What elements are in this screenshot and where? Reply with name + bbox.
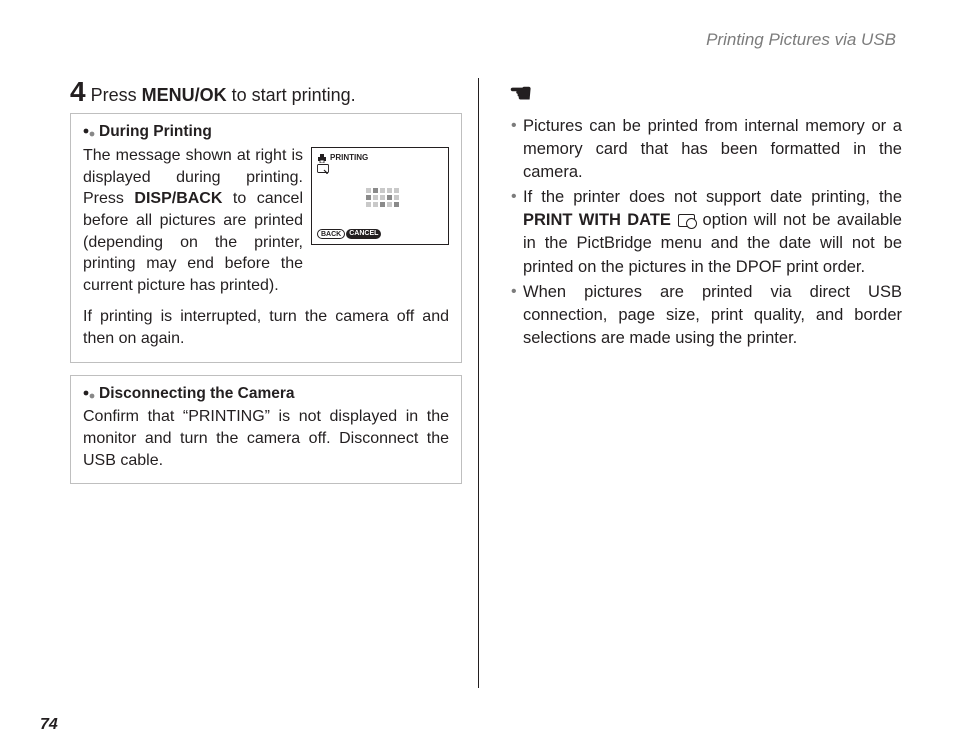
note-title-2-text: Disconnecting the Camera	[99, 385, 295, 402]
step-text: Press MENU/OK to start printing.	[91, 78, 356, 107]
printer-icon	[317, 154, 327, 163]
column-divider	[478, 78, 479, 688]
pointing-hand-icon: ☚	[509, 78, 902, 109]
pictbridge-icon	[317, 164, 329, 179]
date-frame-icon	[678, 214, 695, 227]
page-number: 74	[40, 716, 58, 734]
lcd-preview: PRINTING BACKCANCEL	[311, 147, 449, 245]
notes-list: Pictures can be printed from internal me…	[509, 115, 902, 350]
lcd-title-text: PRINTING	[330, 153, 368, 164]
progress-dots-icon	[366, 188, 399, 207]
step-4: 4 Press MENU/OK to start printing.	[70, 78, 462, 107]
lcd-title: PRINTING	[317, 153, 368, 164]
section-header: Printing Pictures via USB	[70, 30, 902, 50]
note-body-2: Confirm that “PRINTING” is not displayed…	[83, 406, 449, 471]
list-item: When pictures are printed via direct USB…	[509, 281, 902, 350]
bullet2-bold: PRINT WITH DATE	[523, 211, 671, 229]
note-body-1a: The message shown at right is displayed …	[83, 145, 303, 296]
list-item: Pictures can be printed from internal me…	[509, 115, 902, 184]
bullet2-a: If the printer does not support date pri…	[523, 188, 902, 206]
note-title-2: Disconnecting the Camera	[83, 384, 449, 405]
note-title-1: During Printing	[83, 122, 449, 143]
left-column: 4 Press MENU/OK to start printing. Durin…	[70, 78, 478, 688]
bullet-dots-icon	[83, 124, 97, 145]
note-disconnecting: Disconnecting the Camera Confirm that “P…	[70, 375, 462, 485]
note-body-1b: If printing is interrupted, turn the cam…	[83, 306, 449, 349]
step-number: 4	[70, 78, 85, 106]
right-column: ☚ Pictures can be printed from internal …	[495, 78, 902, 688]
step-bold: MENU/OK	[142, 85, 227, 105]
lcd-cancel-pill: CANCEL	[346, 229, 381, 239]
note-title-1-text: During Printing	[99, 123, 212, 140]
step-before: Press	[91, 85, 142, 105]
lcd-footer: BACKCANCEL	[317, 229, 381, 239]
list-item: If the printer does not support date pri…	[509, 186, 902, 278]
lcd-back-pill: BACK	[317, 229, 345, 239]
note-during-printing: During Printing The message shown at rig…	[70, 113, 462, 362]
note-body-1a-bold: DISP/BACK	[134, 190, 222, 207]
bullet-dots-icon	[83, 386, 97, 407]
step-after: to start printing.	[227, 85, 356, 105]
